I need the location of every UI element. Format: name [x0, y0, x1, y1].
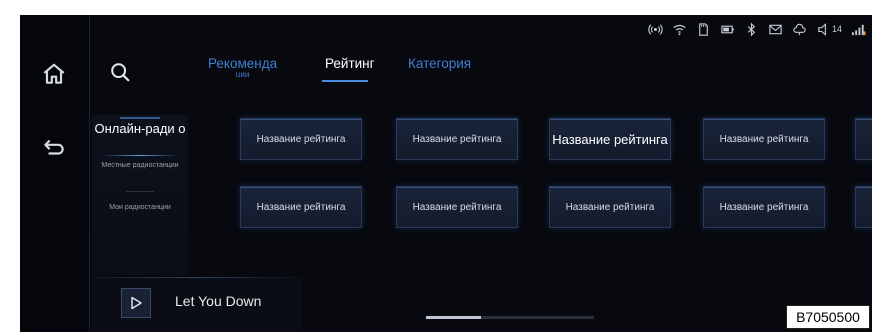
- rating-card[interactable]: Название рейтинга: [703, 186, 825, 228]
- image-code-label: B7050500: [786, 305, 870, 329]
- mail-icon: [769, 24, 782, 34]
- search-button[interactable]: [109, 61, 135, 87]
- play-button[interactable]: [121, 288, 151, 318]
- tab-recommendations-label: Рекоменда: [208, 56, 278, 71]
- screen: 14 Рекоменда ции Рейтинг Категория Онлай…: [20, 15, 872, 332]
- volume-level: 14: [831, 24, 842, 34]
- menu-divider: [126, 191, 154, 192]
- song-title: Let You Down: [175, 293, 262, 309]
- radio-source-menu: Онлайн-ради о Местные радиостанции Мои р…: [92, 115, 188, 275]
- horizontal-scrollbar[interactable]: [426, 316, 594, 319]
- active-tab-indicator: [322, 80, 368, 82]
- wifi-icon: [673, 24, 686, 35]
- tab-recommendations[interactable]: Рекоменда ции: [208, 56, 277, 77]
- tab-category-label: Категория: [408, 56, 472, 71]
- rating-card[interactable]: Название рейтинга: [240, 118, 362, 160]
- tab-rating[interactable]: Рейтинг: [325, 56, 375, 71]
- sd-card-icon: [699, 22, 708, 36]
- rating-card[interactable]: Название рейтинга: [396, 186, 518, 228]
- signal-icon: [851, 24, 866, 35]
- scrollbar-thumb[interactable]: [426, 316, 482, 319]
- status-bar: 14: [648, 19, 866, 39]
- menu-glow-line: [120, 117, 160, 119]
- rating-card[interactable]: Название рейтинга: [549, 186, 671, 228]
- home-button[interactable]: [32, 52, 76, 96]
- rating-card[interactable]: Название рейтинга: [240, 186, 362, 228]
- side-rail: [20, 15, 90, 332]
- menu-selected-underline: [102, 155, 178, 156]
- rating-card[interactable]: Название рейтинга: [703, 118, 825, 160]
- rating-card-partial[interactable]: [855, 186, 872, 228]
- play-icon: [131, 296, 142, 310]
- cloud-icon: [793, 23, 806, 35]
- menu-item-online-radio[interactable]: Онлайн-ради о: [92, 121, 188, 136]
- hotspot-icon: [648, 23, 663, 35]
- volume-icon: [818, 22, 826, 36]
- rating-card-focused[interactable]: Название рейтинга: [549, 118, 671, 160]
- menu-item-local-stations[interactable]: Местные радиостанции: [92, 161, 188, 170]
- menu-item-my-stations[interactable]: Мои радиостанции: [92, 203, 188, 212]
- tab-rating-label: Рейтинг: [325, 56, 375, 71]
- tab-recommendations-label-cut: ции: [235, 72, 250, 77]
- back-arrow-icon: [44, 139, 64, 155]
- search-icon: [111, 63, 130, 82]
- rating-card-partial[interactable]: [855, 118, 872, 160]
- rating-card[interactable]: Название рейтинга: [396, 118, 518, 160]
- tab-category[interactable]: Категория: [408, 56, 471, 71]
- back-button[interactable]: [32, 125, 76, 169]
- player-divider: [92, 277, 302, 278]
- bluetooth-icon: [747, 22, 756, 36]
- mini-player: Let You Down: [92, 277, 302, 332]
- home-icon: [43, 63, 65, 84]
- battery-icon: [721, 25, 734, 33]
